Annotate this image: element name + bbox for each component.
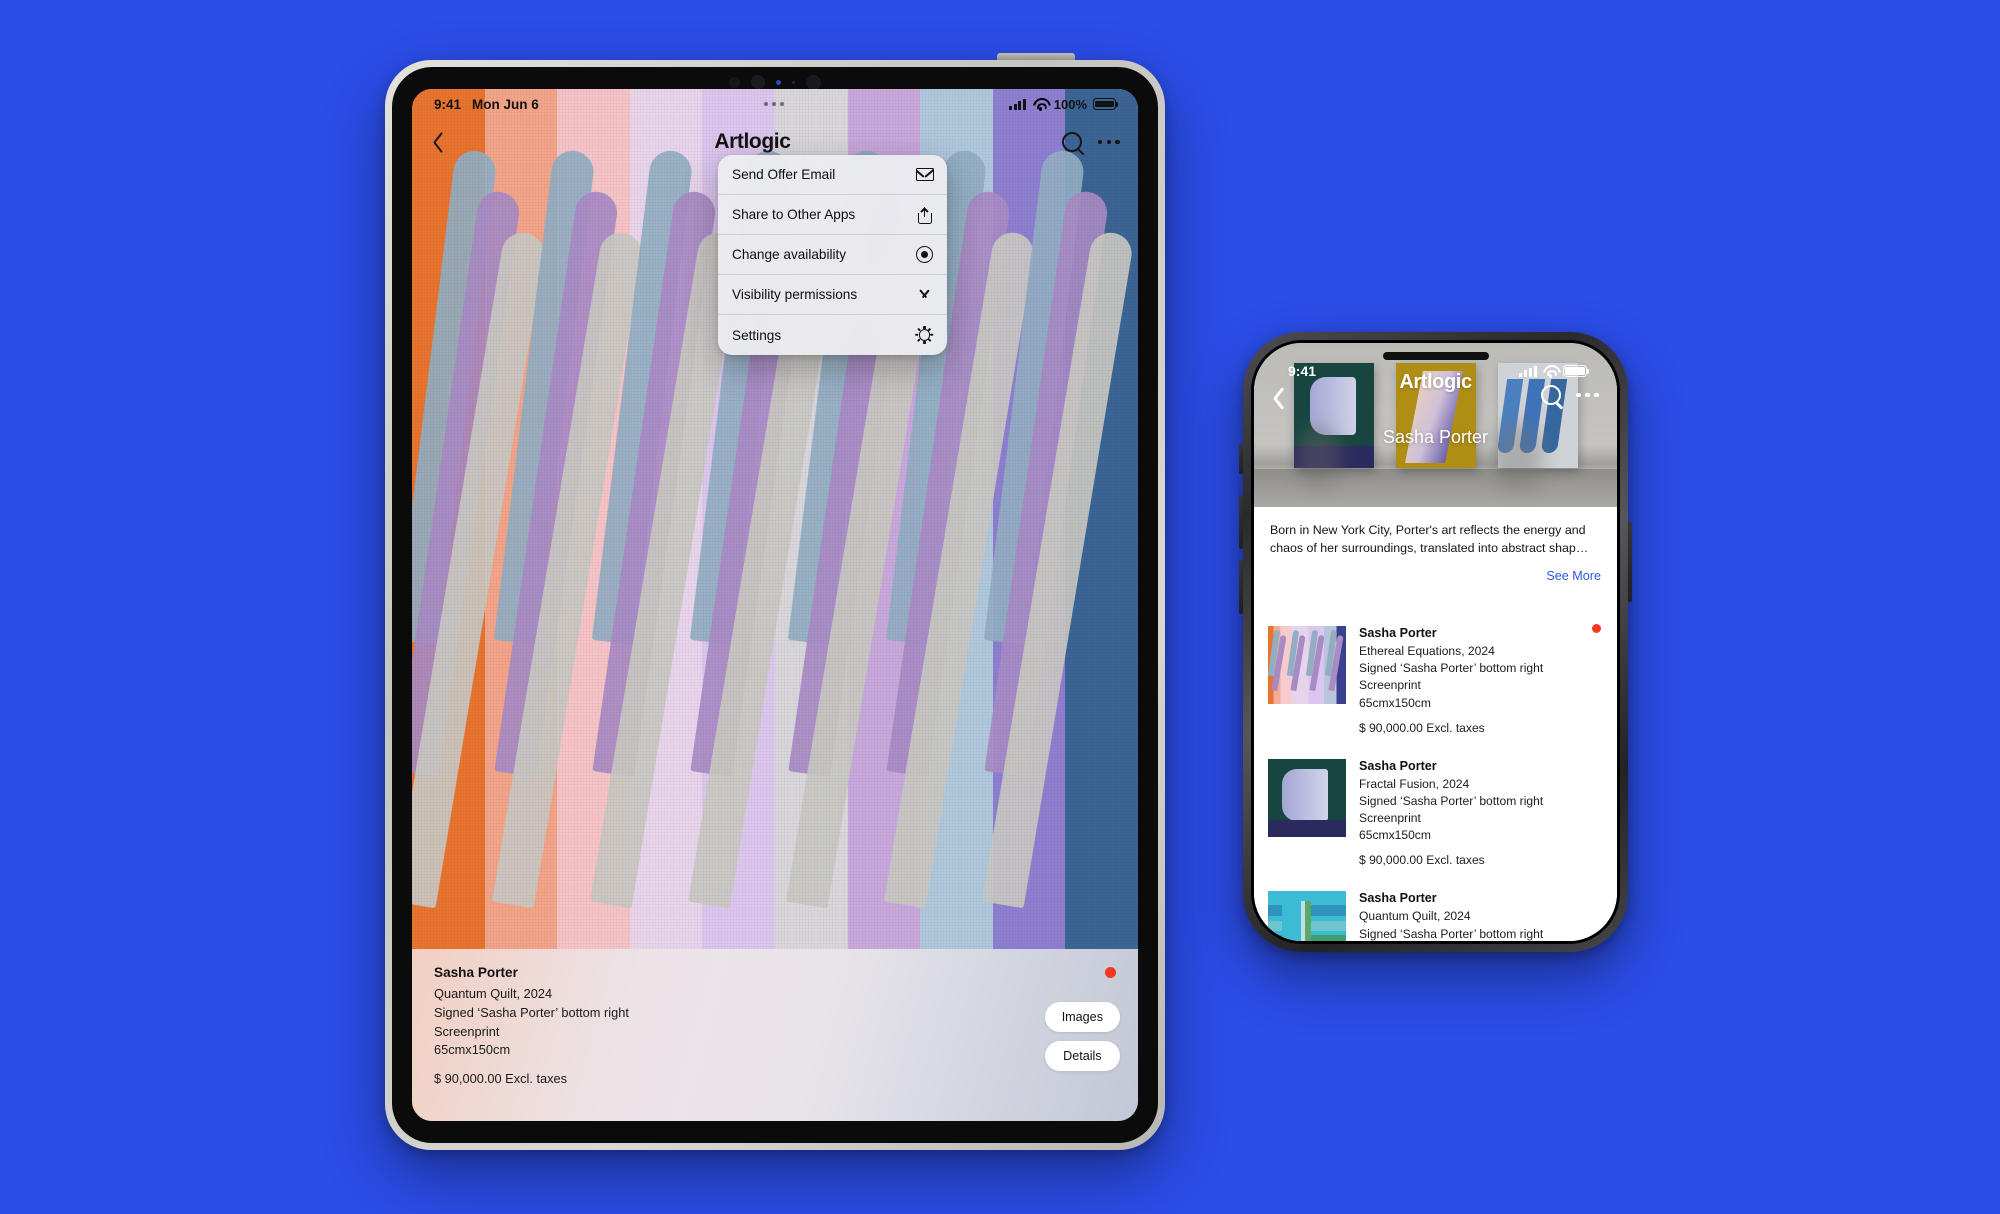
- artwork-artist: Sasha Porter: [1359, 891, 1437, 906]
- tablet-device: 9:41 Mon Jun 6 100% Artlogic Send Offer …: [385, 53, 1165, 1150]
- mail-icon: [915, 165, 934, 184]
- menu-item-send-offer-email[interactable]: Send Offer Email: [718, 155, 947, 195]
- phone-screen: Artlogic Sasha Porter 9:41 Born in New Y…: [1254, 343, 1617, 941]
- artwork-thumbnail-fractal-fusion[interactable]: [1268, 758, 1346, 837]
- context-menu[interactable]: Send Offer Email Share to Other Apps Cha…: [718, 155, 947, 355]
- menu-item-visibility-permissions[interactable]: Visibility permissions: [718, 275, 947, 315]
- tablet-screen: 9:41 Mon Jun 6 100% Artlogic Send Offer …: [412, 89, 1138, 1121]
- phone-frame: Artlogic Sasha Porter 9:41 Born in New Y…: [1243, 332, 1628, 952]
- artwork-title-year: Quantum Quilt, 2024: [1359, 909, 1471, 924]
- status-badge-availability: [1105, 967, 1116, 978]
- menu-item-label: Settings: [732, 327, 782, 343]
- menu-item-label: Share to Other Apps: [732, 207, 856, 222]
- multitasking-dots-icon[interactable]: [763, 102, 784, 106]
- artlogic-logo: Artlogic: [714, 130, 791, 153]
- camera-dot-icon: [729, 76, 740, 88]
- artwork-price: $ 90,000.00 Excl. taxes: [434, 1071, 568, 1087]
- artwork-signature: Signed ‘Sasha Porter’ bottom right: [1359, 661, 1544, 676]
- gear-icon: [915, 326, 934, 345]
- menu-item-label: Change availability: [732, 247, 847, 262]
- see-more-link[interactable]: See More: [1270, 569, 1601, 583]
- status-date: Mon Jun 6: [472, 96, 539, 112]
- battery-icon: [1563, 365, 1590, 377]
- list-item[interactable]: Sasha Porter Ethereal Equations, 2024 Si…: [1268, 615, 1603, 748]
- camera-lens-icon: [751, 75, 765, 89]
- radio-dot-icon: [915, 245, 934, 264]
- camera-lens-icon: [806, 74, 821, 90]
- sensor-dot-icon: [792, 80, 795, 84]
- artwork-signature: Signed ‘Sasha Porter’ bottom right: [434, 1004, 629, 1020]
- artwork-title-year: Quantum Quilt, 2024: [434, 986, 553, 1001]
- power-button[interactable]: [1628, 522, 1632, 602]
- artwork-thumbnail-quantum-quilt[interactable]: [1268, 891, 1346, 941]
- artwork-dimensions: 65cmx150cm: [1359, 695, 1431, 710]
- artwork-dimensions: 65cmx150cm: [434, 1042, 511, 1058]
- menu-item-settings[interactable]: Settings: [718, 315, 947, 355]
- artist-bio-text: Born in New York City, Porter's art refl…: [1270, 523, 1589, 556]
- artwork-title-year: Fractal Fusion, 2024: [1359, 776, 1470, 791]
- phone-device: Artlogic Sasha Porter 9:41 Born in New Y…: [1239, 332, 1632, 952]
- cellular-signal-icon: [1008, 98, 1026, 110]
- images-button[interactable]: Images: [1044, 1002, 1120, 1032]
- artwork-medium: Screenprint: [1359, 678, 1421, 693]
- artwork-list[interactable]: Sasha Porter Ethereal Equations, 2024 Si…: [1254, 615, 1617, 941]
- artwork-artist: Sasha Porter: [1359, 626, 1437, 640]
- phone-status-bar: 9:41: [1254, 343, 1617, 389]
- menu-item-share-to-other-apps[interactable]: Share to Other Apps: [718, 195, 947, 235]
- artwork-dimensions: 65cmx150cm: [1359, 828, 1431, 843]
- tablet-frame: 9:41 Mon Jun 6 100% Artlogic Send Offer …: [385, 60, 1165, 1150]
- search-icon[interactable]: [1061, 132, 1082, 152]
- artist-bio-card: Born in New York City, Porter's art refl…: [1254, 507, 1617, 593]
- cellular-signal-icon: [1518, 365, 1537, 377]
- chevron-down-icon: [915, 285, 934, 304]
- menu-item-change-availability[interactable]: Change availability: [718, 235, 947, 275]
- list-item[interactable]: Sasha Porter Fractal Fusion, 2024 Signed…: [1268, 748, 1603, 881]
- artwork-signature: Signed ‘Sasha Porter’ bottom right: [1359, 926, 1544, 941]
- status-badge-availability: [1592, 624, 1601, 633]
- details-button[interactable]: Details: [1044, 1041, 1120, 1071]
- artwork-medium: Screenprint: [1359, 811, 1421, 826]
- status-time: 9:41: [1288, 363, 1317, 379]
- dynamic-island: [1382, 352, 1489, 360]
- artwork-medium: Screenprint: [434, 1023, 500, 1039]
- artwork-artist: Sasha Porter: [1359, 758, 1437, 773]
- artwork-action-buttons: Images Details: [1044, 1002, 1120, 1071]
- share-icon: [915, 205, 934, 224]
- artwork-thumbnail-ethereal-equations[interactable]: [1268, 626, 1346, 704]
- artwork-price: $ 90,000.00 Excl. taxes: [1359, 720, 1485, 735]
- sensor-dot-icon: [776, 79, 781, 85]
- tablet-bezel: 9:41 Mon Jun 6 100% Artlogic Send Offer …: [392, 67, 1158, 1143]
- artwork-price: $ 90,000.00 Excl. taxes: [1359, 853, 1485, 868]
- back-button[interactable]: [430, 130, 443, 154]
- artwork-signature: Signed ‘Sasha Porter’ bottom right: [1359, 793, 1544, 808]
- status-time: 9:41: [434, 96, 462, 112]
- battery-percent: 100%: [1053, 96, 1087, 112]
- battery-icon: [1093, 98, 1119, 110]
- menu-item-label: Visibility permissions: [732, 287, 858, 302]
- wifi-icon: [1542, 365, 1558, 378]
- more-options-icon[interactable]: [1575, 392, 1599, 398]
- artwork-title-year: Ethereal Equations, 2024: [1359, 644, 1495, 658]
- artwork-artist: Sasha Porter: [434, 965, 518, 980]
- wifi-icon: [1032, 98, 1048, 111]
- tablet-status-bar: 9:41 Mon Jun 6 100%: [412, 89, 1138, 119]
- artist-name-title: Sasha Porter: [1382, 427, 1489, 447]
- tablet-camera-array: [392, 74, 1158, 90]
- list-item[interactable]: Sasha Porter Quantum Quilt, 2024 Signed …: [1268, 880, 1603, 941]
- menu-item-label: Send Offer Email: [732, 167, 836, 182]
- artwork-info-panel: Sasha Porter Quantum Quilt, 2024 Signed …: [412, 949, 1138, 1121]
- more-options-icon[interactable]: [1097, 139, 1120, 145]
- phone-bezel: Artlogic Sasha Porter 9:41 Born in New Y…: [1251, 340, 1620, 944]
